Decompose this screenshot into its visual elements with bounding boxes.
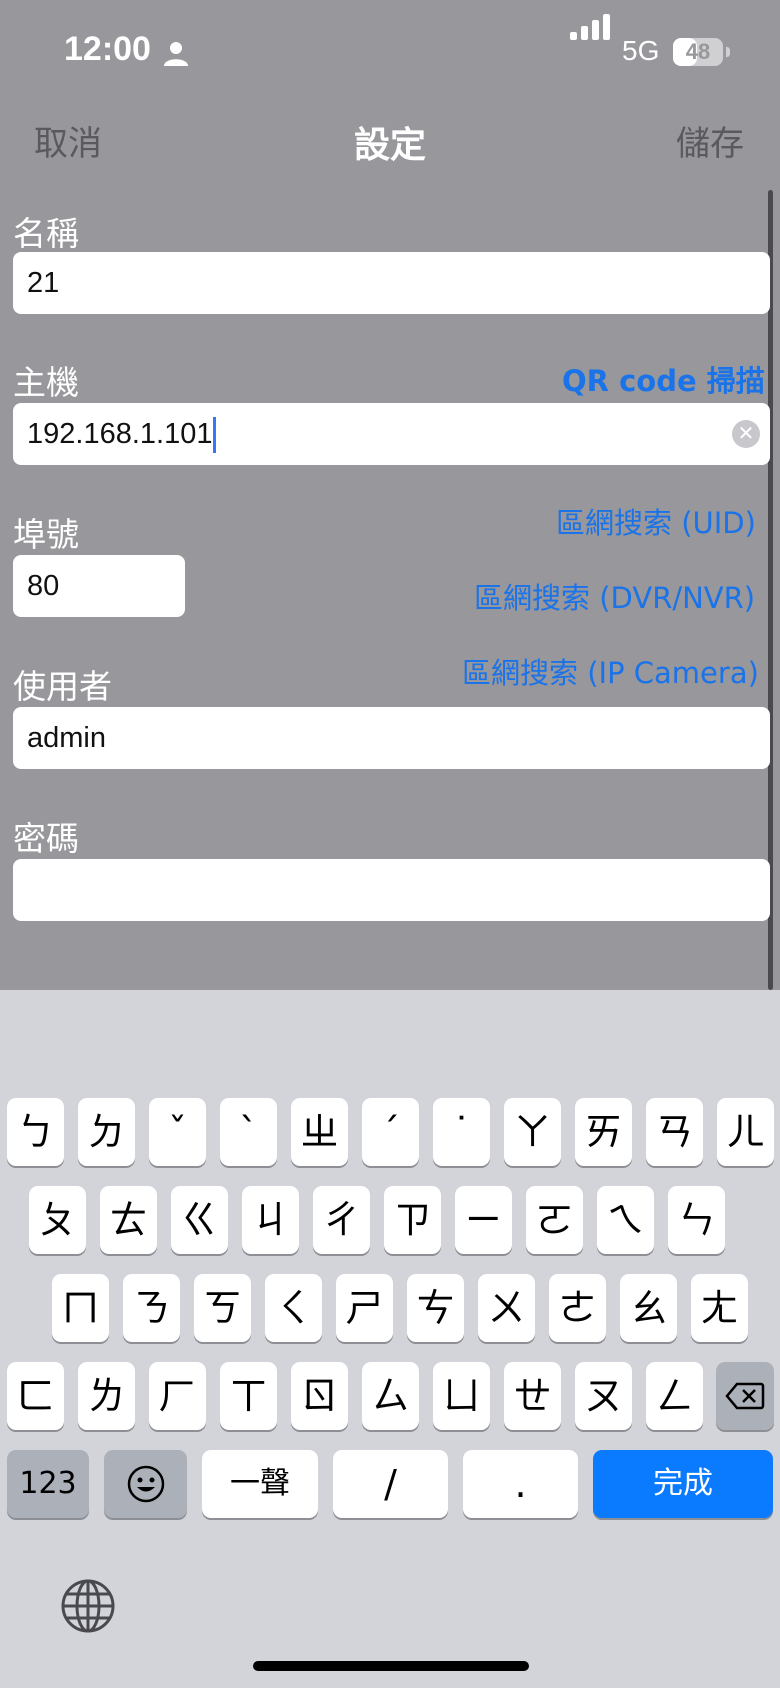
text-cursor: [213, 417, 217, 454]
key-er[interactable]: ㄦ: [717, 1098, 774, 1166]
dot-key[interactable]: .: [463, 1450, 578, 1518]
clear-text-icon[interactable]: ✕: [732, 420, 760, 448]
key-t[interactable]: ㄊ: [100, 1186, 157, 1254]
name-field[interactable]: 21: [13, 252, 770, 314]
battery-icon: 48: [673, 38, 723, 66]
key-ei[interactable]: ㄟ: [597, 1186, 654, 1254]
key-q[interactable]: ㄑ: [265, 1274, 322, 1342]
user-label: 使用者: [13, 667, 112, 706]
key-tone5[interactable]: ˙: [433, 1098, 490, 1166]
name-value: 21: [27, 267, 60, 299]
status-time: 12:00: [64, 30, 151, 68]
key-p[interactable]: ㄆ: [29, 1186, 86, 1254]
lan-search-dvr-button[interactable]: 區網搜索 (DVR/NVR): [474, 575, 755, 617]
key-eh[interactable]: ㄝ: [504, 1362, 561, 1430]
backspace-key[interactable]: [716, 1362, 774, 1430]
key-yu[interactable]: ㄩ: [433, 1362, 490, 1430]
key-an[interactable]: ㄢ: [646, 1098, 703, 1166]
emoji-key[interactable]: [104, 1450, 187, 1518]
globe-icon[interactable]: [60, 1578, 116, 1634]
key-i[interactable]: ㄧ: [455, 1186, 512, 1254]
port-field[interactable]: 80: [13, 555, 185, 617]
key-e[interactable]: ㄜ: [549, 1274, 606, 1342]
key-j[interactable]: ㄐ: [242, 1186, 299, 1254]
password-field[interactable]: [13, 859, 770, 921]
key-eng[interactable]: ㄥ: [646, 1362, 703, 1430]
key-u[interactable]: ㄨ: [478, 1274, 535, 1342]
key-ch[interactable]: ㄔ: [313, 1186, 370, 1254]
backspace-icon: [725, 1382, 765, 1410]
key-m[interactable]: ㄇ: [52, 1274, 109, 1342]
person-icon: [164, 42, 188, 66]
port-value: 80: [27, 570, 60, 602]
key-l[interactable]: ㄌ: [78, 1362, 135, 1430]
key-g[interactable]: ㄍ: [171, 1186, 228, 1254]
host-value: 192.168.1.101: [27, 418, 213, 450]
key-ai[interactable]: ㄞ: [575, 1098, 632, 1166]
qr-scan-button[interactable]: QR code 掃描: [562, 358, 765, 400]
key-h[interactable]: ㄏ: [149, 1362, 206, 1430]
home-indicator[interactable]: [253, 1661, 529, 1671]
key-tone3[interactable]: ˇ: [149, 1098, 206, 1166]
lan-search-ipcam-button[interactable]: 區網搜索 (IP Camera): [462, 650, 759, 692]
key-r[interactable]: ㄖ: [291, 1362, 348, 1430]
key-en[interactable]: ㄣ: [668, 1186, 725, 1254]
lan-search-uid-button[interactable]: 區網搜索 (UID): [556, 500, 756, 542]
host-label: 主機: [13, 363, 79, 402]
key-x[interactable]: ㄒ: [220, 1362, 277, 1430]
save-button[interactable]: 儲存: [676, 116, 744, 165]
key-c[interactable]: ㄘ: [407, 1274, 464, 1342]
port-label: 埠號: [13, 515, 79, 554]
key-ang[interactable]: ㄤ: [691, 1274, 748, 1342]
user-field[interactable]: admin: [13, 707, 770, 769]
first-tone-key[interactable]: 一聲: [202, 1450, 318, 1518]
name-label: 名稱: [13, 214, 79, 253]
numbers-key[interactable]: 123: [7, 1450, 89, 1518]
battery-cap: [726, 47, 730, 57]
key-a[interactable]: ㄚ: [504, 1098, 561, 1166]
user-value: admin: [27, 722, 106, 754]
password-label: 密碼: [13, 819, 79, 858]
key-ou[interactable]: ㄡ: [575, 1362, 632, 1430]
page-title: 設定: [353, 125, 426, 166]
key-zh[interactable]: ㄓ: [291, 1098, 348, 1166]
key-tone4[interactable]: ˋ: [220, 1098, 277, 1166]
done-key[interactable]: 完成: [593, 1450, 773, 1518]
slash-key[interactable]: /: [333, 1450, 448, 1518]
key-tone2[interactable]: ˊ: [362, 1098, 419, 1166]
key-n[interactable]: ㄋ: [123, 1274, 180, 1342]
key-ao[interactable]: ㄠ: [620, 1274, 677, 1342]
key-s[interactable]: ㄙ: [362, 1362, 419, 1430]
key-b[interactable]: ㄅ: [7, 1098, 64, 1166]
battery-level: 48: [685, 39, 711, 64]
network-type: 5G: [622, 35, 660, 66]
key-k[interactable]: ㄎ: [194, 1274, 251, 1342]
key-d[interactable]: ㄉ: [78, 1098, 135, 1166]
key-o[interactable]: ㄛ: [526, 1186, 583, 1254]
key-z[interactable]: ㄗ: [384, 1186, 441, 1254]
emoji-icon: [127, 1465, 164, 1503]
host-field[interactable]: 192.168.1.101 ✕: [13, 403, 770, 465]
key-sh[interactable]: ㄕ: [336, 1274, 393, 1342]
key-f[interactable]: ㄈ: [7, 1362, 64, 1430]
